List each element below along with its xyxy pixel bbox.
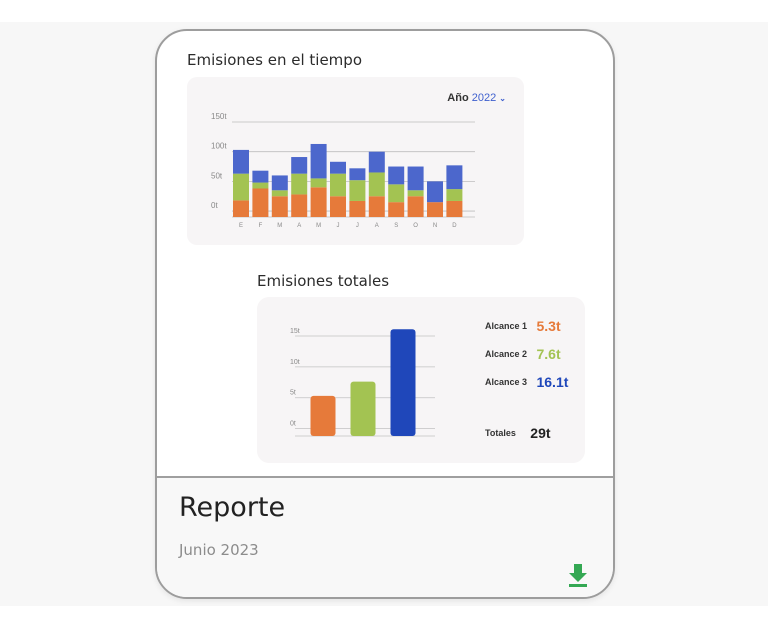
bar-segment (349, 200, 366, 217)
bar-segment (368, 151, 385, 173)
bar-segment (291, 157, 308, 174)
total-label: Totales (485, 427, 516, 438)
legend-label: Alcance 2 (485, 348, 528, 359)
x-tick-label: O (413, 223, 418, 229)
bar-segment (252, 170, 269, 183)
bar-segment (271, 190, 288, 197)
y-tick-label: 5t (290, 390, 296, 397)
y-tick-label: 15t (290, 328, 300, 335)
y-tick-label: 0t (290, 421, 296, 428)
bar-segment (388, 202, 405, 217)
x-tick-label: J (356, 223, 359, 229)
bar-segment (271, 175, 288, 191)
bar-segment (233, 149, 249, 174)
bar-segment (330, 196, 346, 217)
bar-segment (407, 190, 424, 197)
download-icon[interactable] (567, 562, 589, 588)
legend-item-alcance-3: Alcance 3 16.1t (485, 373, 568, 391)
x-tick-label: J (337, 223, 340, 229)
bar-segment (233, 200, 249, 217)
bar-segment (368, 196, 385, 217)
bar-segment (252, 182, 269, 189)
bar-2 (350, 381, 376, 436)
x-tick-label: F (259, 223, 263, 229)
x-tick-label: D (452, 223, 457, 229)
bar-segment (330, 161, 346, 174)
card-footer: Reporte Junio 2023 (157, 478, 613, 597)
totals-chart: 0t 5t 10t 15t (290, 328, 435, 437)
bar-segment (310, 143, 327, 179)
report-date: Junio 2023 (179, 541, 259, 559)
bar-segment (271, 196, 288, 217)
bar-segment (349, 180, 366, 201)
bar-segment (310, 178, 327, 188)
x-tick-label: A (297, 223, 301, 229)
x-tick-label: A (375, 223, 379, 229)
y-tick-label: 10t (290, 359, 300, 366)
legend-value: 5.3t (536, 317, 561, 334)
bar-segment (368, 172, 385, 197)
legend-item-alcance-2: Alcance 2 7.6t (485, 345, 561, 363)
legend-item-alcance-1: Alcance 1 5.3t (485, 317, 561, 335)
bar-segment (291, 173, 308, 195)
y-tick-label: 100t (211, 142, 227, 151)
x-tick-label: E (239, 223, 243, 229)
bar-segment (407, 166, 424, 191)
bar-segment (388, 166, 405, 185)
legend-item-totales: Totales 29t (485, 424, 551, 442)
legend-value: 7.6t (536, 345, 561, 362)
report-title: Reporte (179, 492, 286, 523)
bar-segment (446, 165, 463, 190)
y-tick-label: 0t (211, 201, 218, 210)
bar-segment (407, 196, 424, 217)
bar-segment (310, 187, 327, 217)
x-tick-label: M (277, 223, 282, 229)
x-tick-label: N (433, 223, 437, 229)
time-chart: 0t 50t 100t 150t E F M A M J J A S O N D (211, 112, 475, 229)
bar-segment (446, 189, 463, 201)
bar-segment (252, 188, 269, 217)
bar-segment (330, 173, 346, 197)
bar-segment (427, 181, 443, 203)
bar-1 (310, 395, 336, 436)
time-chart-title: Emisiones en el tiempo (187, 51, 362, 69)
total-value: 29t (530, 424, 551, 441)
x-tick-label: M (316, 223, 321, 229)
bar-segment (349, 168, 366, 181)
y-tick-label: 150t (211, 112, 227, 121)
report-card[interactable]: Emisiones en el tiempo Año 2022 ⌄ 0t 50t 1… (155, 29, 615, 599)
totals-chart-panel: 0t 5t 10t 15t Alcance 1 5.3t Alcance 2 7.6t… (257, 297, 585, 463)
legend-label: Alcance 1 (485, 320, 528, 331)
time-chart-panel: Año 2022 ⌄ 0t 50t 100t 150t E F M A M J J A S O N D (187, 77, 524, 245)
bar-segment (388, 184, 405, 203)
x-tick-label: S (394, 223, 398, 229)
bar-segment (291, 194, 308, 217)
bar-segment (427, 202, 443, 217)
legend-value: 16.1t (536, 373, 569, 390)
y-tick-label: 50t (211, 171, 223, 180)
bar-segment (446, 200, 463, 217)
bar-3 (390, 329, 416, 436)
bar-segment (233, 173, 249, 201)
legend-label: Alcance 3 (485, 376, 528, 387)
totals-chart-title: Emisiones totales (257, 272, 390, 290)
